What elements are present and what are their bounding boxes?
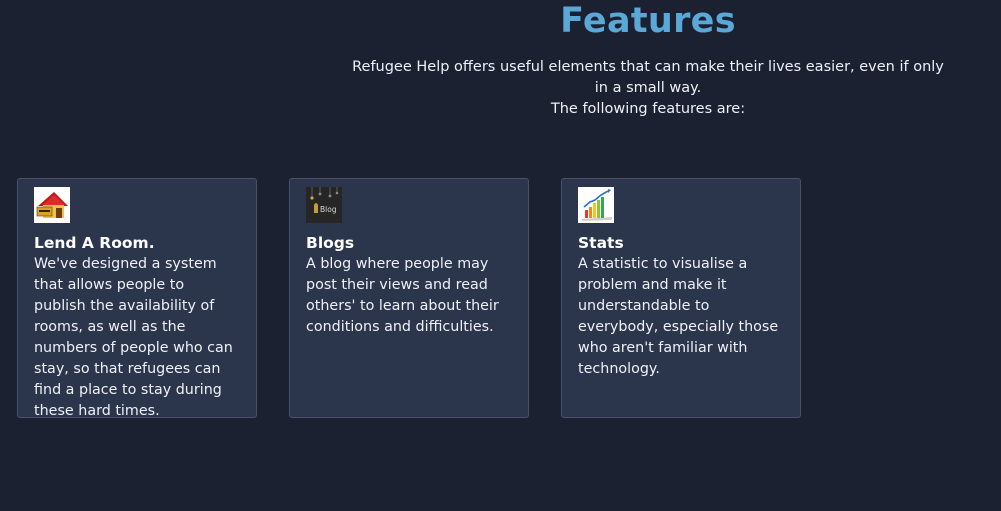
house-for-rent-icon — [34, 187, 70, 223]
features-intro: Refugee Help offers useful elements that… — [296, 57, 1000, 120]
intro-text: Refugee Help offers useful elements that… — [352, 59, 944, 96]
features-page: Features Refugee Help offers useful elem… — [0, 0, 1001, 511]
blog-icon: Blog — [306, 187, 342, 223]
card-title: Lend A Room. — [34, 234, 155, 252]
blog-icon-text: Blog — [320, 205, 337, 214]
feature-card-stats: Stats A statistic to visualise a problem… — [561, 178, 801, 418]
card-title: Stats — [578, 234, 624, 252]
bar-chart-icon — [578, 187, 614, 223]
card-title: Blogs — [306, 234, 355, 252]
feature-card-lend-room: Lend A Room. We've designed a system tha… — [17, 178, 257, 418]
card-description: A blog where people may post their views… — [306, 256, 499, 335]
feature-card-blogs: Blog Blogs A blog where people may post … — [289, 178, 529, 418]
page-title: Features — [560, 1, 736, 41]
intro-subtext: The following features are: — [550, 101, 746, 117]
card-description: We've designed a system that allows peop… — [34, 256, 233, 418]
card-description: A statistic to visualise a problem and m… — [578, 256, 779, 377]
